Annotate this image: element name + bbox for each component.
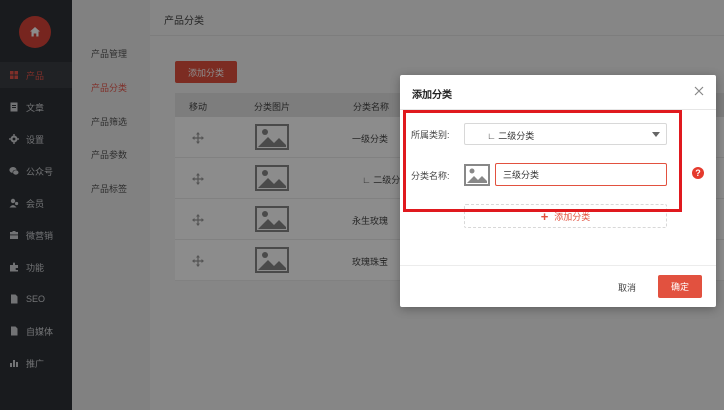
help-glyph: ? bbox=[695, 168, 701, 178]
annotation-highlight-box bbox=[403, 110, 682, 212]
confirm-button[interactable]: 确定 bbox=[658, 275, 702, 298]
dialog-title: 添加分类 bbox=[412, 90, 452, 101]
help-icon[interactable]: ? bbox=[692, 167, 704, 179]
close-icon[interactable] bbox=[692, 84, 706, 98]
cancel-button[interactable]: 取消 bbox=[606, 277, 648, 297]
dialog-footer-divider bbox=[400, 265, 716, 266]
